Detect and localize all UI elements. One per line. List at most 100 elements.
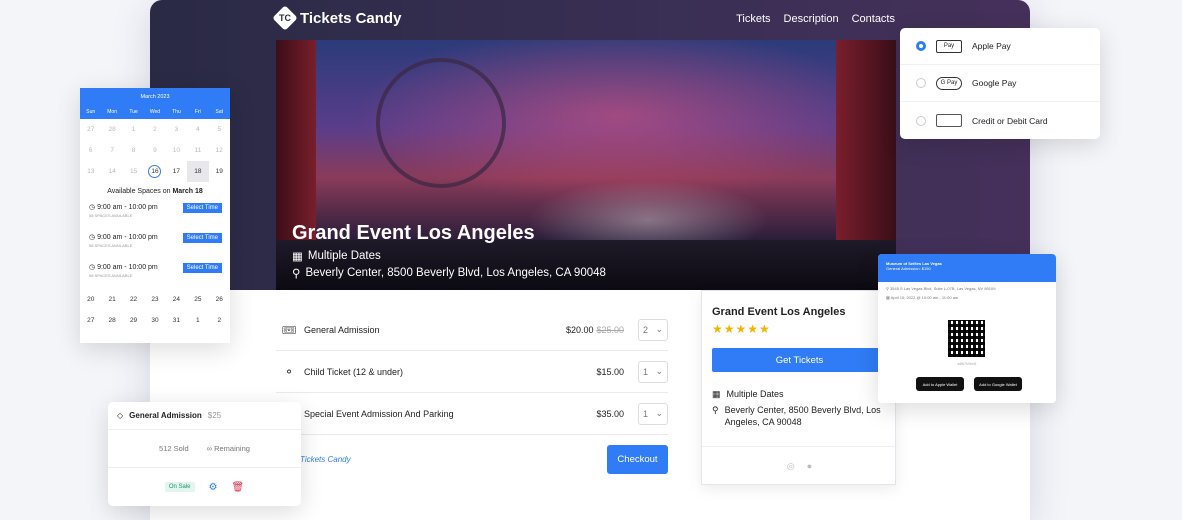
ticket-stats-actions: On Sale ⚙ 🗑 — [108, 468, 301, 506]
pass-datetime: ▦ April 15, 2022 @ 10:00 am - 11:00 am — [886, 295, 959, 300]
clock-icon: ◷ — [89, 204, 98, 211]
instagram-icon[interactable]: ◎ — [787, 461, 795, 472]
calendar-day[interactable]: 4 — [187, 119, 208, 140]
ticket-price: $25 — [207, 411, 222, 420]
google-wallet-button[interactable]: Add to Google Wallet — [974, 377, 1022, 391]
apple-wallet-button[interactable]: Add to Apple Wallet — [916, 377, 964, 391]
chevron-down-icon: ⌄ — [655, 366, 663, 376]
quantity-select[interactable]: 1 ⌄ — [638, 402, 668, 425]
calendar-day[interactable]: 5 — [209, 119, 230, 140]
quantity-select[interactable]: 2 ⌄ — [638, 318, 668, 341]
radio-unselected[interactable] — [916, 78, 926, 88]
payment-label: Google Pay — [972, 78, 1017, 88]
calendar-day[interactable]: 2 — [209, 310, 230, 331]
calendar-day[interactable]: 26 — [209, 289, 230, 310]
time-slot: ◷ 9:00 am - 10:00 pm 58 SPACES AVAILABLE S… — [80, 199, 230, 229]
hero-stage — [276, 240, 896, 290]
radio-unselected[interactable] — [916, 115, 926, 126]
event-summary-card: Grand Event Los Angeles ★★★★★ Get Ticket… — [701, 290, 897, 485]
nav-description[interactable]: Description — [784, 13, 839, 25]
calendar-day[interactable]: 27 — [80, 310, 101, 331]
calendar-day[interactable]: 29 — [123, 310, 144, 331]
radio-selected[interactable] — [916, 41, 926, 51]
rating-stars: ★★★★★ — [712, 322, 771, 336]
spaces-available: 58 SPACES AVAILABLE — [89, 213, 133, 218]
calendar-day[interactable]: 22 — [123, 289, 144, 310]
calendar-day[interactable]: 31 — [166, 310, 187, 331]
event-card-title: Grand Event Los Angeles — [712, 306, 846, 318]
pass-header: Museum of Selfies Las Vegas General Admi… — [878, 254, 1056, 282]
apple-pay-icon: Pay — [936, 39, 962, 53]
event-dates: ▦ Multiple Dates — [292, 249, 381, 263]
balloons-icon: ⚬ — [283, 364, 295, 379]
payment-option-google[interactable]: G Pay Google Pay — [900, 65, 1100, 102]
google-pay-icon: G Pay — [936, 76, 962, 90]
main-nav: Tickets Description Contacts — [736, 13, 895, 25]
calendar-day[interactable]: 10 — [166, 140, 187, 161]
calendar-grid-bottom: 20 21 22 23 24 25 26 27 28 29 30 31 1 2 — [80, 289, 230, 331]
time-slot-info: ◷ 9:00 am - 10:00 pm 58 SPACES AVAILABLE — [89, 263, 158, 278]
nav-tickets[interactable]: Tickets — [736, 13, 770, 25]
calendar-day[interactable]: 7 — [101, 140, 122, 161]
calendar-day[interactable]: 16 — [144, 161, 165, 182]
trash-icon[interactable]: 🗑 — [231, 482, 244, 493]
gear-icon[interactable]: ⚙ — [209, 482, 218, 493]
ticket-name: Special Event Admission And Parking — [304, 408, 454, 419]
calendar-day[interactable]: 30 — [144, 310, 165, 331]
calendar-day[interactable]: 21 — [101, 289, 122, 310]
hero-image: Grand Event Los Angeles ▦ Multiple Dates… — [276, 40, 896, 290]
calendar-day[interactable]: 8 — [123, 140, 144, 161]
ticket-name: General Admission — [304, 324, 380, 335]
payment-option-card[interactable]: Credit or Debit Card — [900, 102, 1100, 139]
pass-address: ⚲ 3545 S Las Vegas Blvd, Suite L-07B, La… — [886, 286, 996, 291]
calendar-day[interactable]: 15 — [123, 161, 144, 182]
calendar-day[interactable]: 9 — [144, 140, 165, 161]
weekday-label: Mon — [107, 109, 117, 115]
ticket-price: $20.00 $25.00 — [565, 324, 624, 335]
calendar-icon: ▦ — [712, 389, 721, 399]
time-slot: ◷ 9:00 am - 10:00 pm 58 SPACES AVAILABLE S… — [80, 259, 230, 289]
facebook-icon[interactable]: ● — [807, 461, 812, 472]
nav-contacts[interactable]: Contacts — [852, 13, 895, 25]
checkout-button[interactable]: Checkout — [607, 445, 668, 474]
calendar-day[interactable]: 24 — [166, 289, 187, 310]
ticket-stats-header: ◇ General Admission $25 — [108, 402, 301, 430]
payment-option-apple[interactable]: Pay Apple Pay — [900, 28, 1100, 65]
calendar-day[interactable]: 3 — [166, 119, 187, 140]
quantity-select[interactable]: 1 ⌄ — [638, 360, 668, 383]
calendar-day[interactable]: 14 — [101, 161, 122, 182]
calendar-day[interactable]: 17 — [166, 161, 187, 182]
brand-logo[interactable]: TC Tickets Candy — [272, 5, 402, 31]
calendar-day[interactable]: 27 — [80, 119, 101, 140]
get-tickets-button[interactable]: Get Tickets — [712, 348, 887, 372]
ticket-name: Child Ticket (12 & under) — [304, 366, 404, 377]
calendar-day[interactable]: 1 — [187, 310, 208, 331]
calendar-icon: ▦ — [292, 251, 303, 263]
event-location: ⚲ Beverly Center, 8500 Beverly Blvd, Los… — [292, 266, 606, 280]
event-dates-text: Multiple Dates — [307, 250, 381, 262]
event-location-text: Beverly Center, 8500 Beverly Blvd, Los A… — [305, 267, 606, 279]
hero-ferris-wheel — [376, 58, 506, 188]
ticket-icon: ◇ — [117, 411, 124, 420]
calendar-day[interactable]: 6 — [80, 140, 101, 161]
calendar-day[interactable]: 25 — [187, 289, 208, 310]
select-time-button[interactable]: Select Time — [182, 203, 222, 213]
event-card-location-text: Beverly Center, 8500 Beverly Blvd, Los A… — [724, 405, 881, 427]
calendar-day[interactable]: 12 — [209, 140, 230, 161]
brand-name: Tickets Candy — [300, 9, 402, 27]
calendar-day[interactable]: 23 — [144, 289, 165, 310]
calendar-day[interactable]: 28 — [101, 119, 122, 140]
calendar-day[interactable]: 20 — [80, 289, 101, 310]
calendar-day[interactable]: 11 — [187, 140, 208, 161]
select-time-button[interactable]: Select Time — [182, 263, 222, 273]
calendar-day[interactable]: 13 — [80, 161, 101, 182]
calendar-day[interactable]: 19 — [209, 161, 230, 182]
time-slots: ◷ 9:00 am - 10:00 pm 58 SPACES AVAILABLE S… — [80, 199, 230, 289]
credit-card-icon — [936, 114, 962, 127]
calendar-day[interactable]: 18 — [187, 161, 209, 182]
calendar-day[interactable]: 28 — [101, 310, 122, 331]
calendar-day[interactable]: 1 — [123, 119, 144, 140]
weekday-label: Thu — [172, 109, 181, 115]
calendar-day[interactable]: 2 — [144, 119, 165, 140]
select-time-button[interactable]: Select Time — [182, 233, 222, 243]
